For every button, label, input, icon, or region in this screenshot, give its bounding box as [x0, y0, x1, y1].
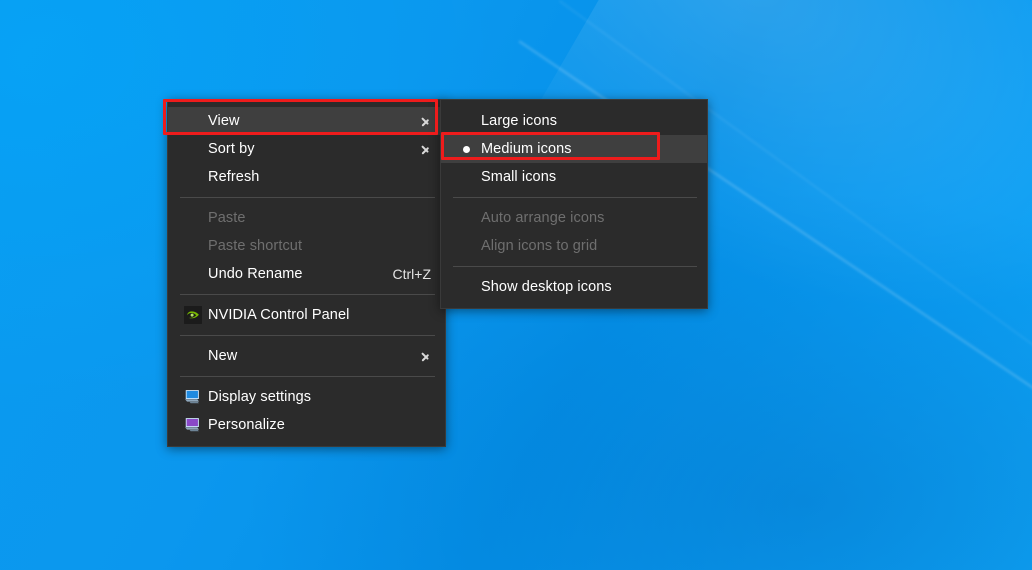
menu-item-icon-slot [178, 306, 208, 324]
submenu-item-label: Small icons [481, 168, 557, 185]
menu-item-label: Personalize [208, 416, 285, 433]
menu-separator [180, 197, 435, 198]
menu-item-paste: Paste [168, 204, 445, 232]
menu-separator [180, 376, 435, 377]
submenu-item-medium-icons[interactable]: Medium icons [441, 135, 707, 163]
submenu-item-small-icons[interactable]: Small icons [441, 163, 707, 191]
menu-item-nvidia-control-panel[interactable]: NVIDIA Control Panel [168, 301, 445, 329]
menu-item-display-settings[interactable]: Display settings [168, 383, 445, 411]
submenu-item-align-icons-to-grid: Align icons to grid [441, 232, 707, 260]
menu-item-label: Display settings [208, 388, 312, 405]
menu-item-icon-slot [178, 416, 208, 434]
personalize-icon [184, 416, 202, 434]
menu-item-label: Paste shortcut [208, 237, 303, 254]
display-settings-icon [184, 388, 202, 406]
menu-separator [180, 335, 435, 336]
view-submenu[interactable]: Large icons Medium icons Small icons Auto a… [440, 99, 708, 309]
menu-item-label: New [208, 347, 238, 364]
chevron-right-icon [419, 349, 433, 363]
submenu-item-label: Align icons to grid [481, 237, 598, 254]
submenu-item-auto-arrange-icons: Auto arrange icons [441, 204, 707, 232]
desktop-wallpaper[interactable]: View Sort by Refresh Paste Paste shortcut Und… [0, 0, 1032, 570]
radio-selected-icon [462, 145, 470, 153]
menu-item-label: View [208, 112, 240, 129]
menu-item-label: NVIDIA Control Panel [208, 306, 350, 323]
submenu-item-large-icons[interactable]: Large icons [441, 107, 707, 135]
menu-item-label: Sort by [208, 140, 255, 157]
menu-item-view[interactable]: View [168, 107, 445, 135]
menu-item-undo-rename[interactable]: Undo Rename Ctrl+Z [168, 260, 445, 288]
menu-item-refresh[interactable]: Refresh [168, 163, 445, 191]
nvidia-icon [184, 306, 202, 324]
menu-item-icon-slot [178, 388, 208, 406]
submenu-item-label: Auto arrange icons [481, 209, 605, 226]
menu-item-new[interactable]: New [168, 342, 445, 370]
menu-item-label: Undo Rename [208, 265, 303, 282]
menu-separator [453, 197, 697, 198]
submenu-item-label: Medium icons [481, 140, 572, 157]
desktop-context-menu[interactable]: View Sort by Refresh Paste Paste shortcut Und… [167, 99, 446, 447]
submenu-item-show-desktop-icons[interactable]: Show desktop icons [441, 273, 707, 301]
menu-separator [453, 266, 697, 267]
menu-item-paste-shortcut: Paste shortcut [168, 232, 445, 260]
chevron-right-icon [419, 114, 433, 128]
menu-item-personalize[interactable]: Personalize [168, 411, 445, 439]
submenu-item-check-slot [451, 145, 481, 153]
chevron-right-icon [419, 142, 433, 156]
menu-item-label: Paste [208, 209, 246, 226]
menu-separator [180, 294, 435, 295]
submenu-item-label: Large icons [481, 112, 558, 129]
menu-item-shortcut: Ctrl+Z [392, 266, 432, 282]
menu-item-label: Refresh [208, 168, 260, 185]
menu-item-sort-by[interactable]: Sort by [168, 135, 445, 163]
submenu-item-label: Show desktop icons [481, 278, 612, 295]
